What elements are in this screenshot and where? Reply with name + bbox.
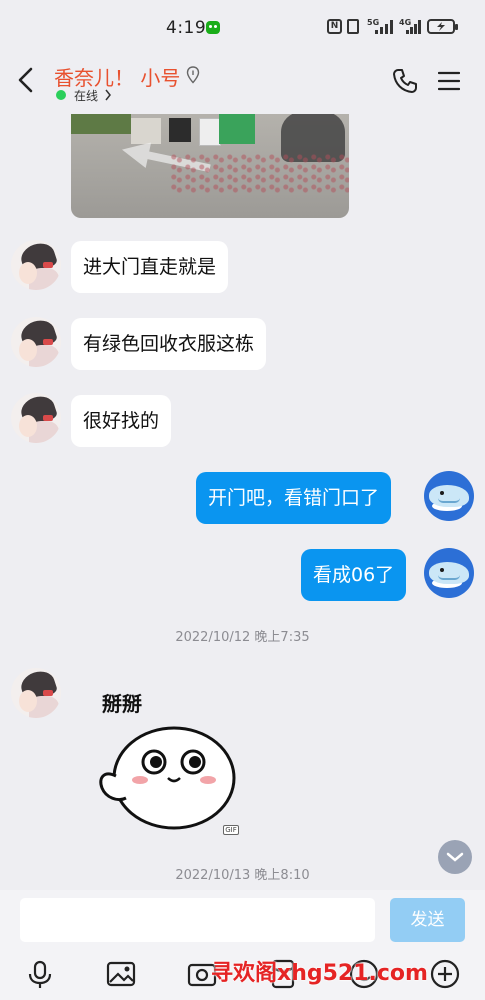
battery-charging-icon <box>427 19 458 34</box>
message-bubble-incoming[interactable]: 很好找的 <box>71 395 172 447</box>
chevron-right-icon[interactable] <box>104 89 112 101</box>
back-icon[interactable] <box>14 66 40 94</box>
chat-message-list[interactable]: 进大门直走就是 有绿色回收衣服这栋 很好找的 开门吧，看错门口了 看成06了 2… <box>0 114 485 890</box>
menu-icon[interactable] <box>438 71 460 91</box>
contact-avatar[interactable] <box>11 317 61 367</box>
green-recycling-bin <box>219 114 255 144</box>
message-bubble-incoming[interactable]: 进大门直走就是 <box>71 241 229 293</box>
signal-bars-icon <box>375 20 395 34</box>
message-input-bar: 发送 <box>0 890 485 950</box>
message-bubble-outgoing[interactable]: 看成06了 <box>301 549 407 601</box>
contact-avatar[interactable] <box>11 240 61 290</box>
message-timestamp: 2022/10/12 晚上7:35 <box>175 630 310 645</box>
location-pin-icon <box>186 66 200 84</box>
phone-call-icon[interactable] <box>392 68 418 94</box>
online-status-dot <box>56 90 66 100</box>
nfc-icon: N <box>327 19 342 34</box>
plus-icon[interactable] <box>429 958 461 990</box>
system-icons: N 5G 4G <box>327 18 461 36</box>
send-button[interactable]: 发送 <box>390 898 465 942</box>
contact-avatar[interactable] <box>11 668 61 718</box>
watermark-text: 寻欢阁xhg521.com <box>211 961 428 986</box>
contact-name[interactable]: 香奈儿！ 小号 <box>54 62 180 91</box>
wechat-notification-icon <box>206 21 220 34</box>
message-bubble-outgoing[interactable]: 开门吧，看错门口了 <box>196 472 392 524</box>
microphone-icon[interactable] <box>24 958 56 990</box>
message-bubble-incoming[interactable]: 有绿色回收衣服这栋 <box>71 318 267 370</box>
vibrate-icon <box>347 19 359 34</box>
status-bar: 4:19 N 5G 4G <box>0 0 485 56</box>
my-avatar[interactable] <box>424 471 474 521</box>
my-avatar[interactable] <box>424 548 474 598</box>
message-timestamp: 2022/10/13 晚上8:10 <box>175 868 310 883</box>
image-icon[interactable] <box>105 958 137 990</box>
waving-character-sticker <box>99 726 236 830</box>
contact-avatar[interactable] <box>11 393 61 443</box>
message-input[interactable] <box>20 898 375 942</box>
online-status-label[interactable]: 在线 <box>74 87 98 104</box>
signal-bars-2-icon <box>406 20 424 34</box>
gif-badge: GIF <box>223 825 239 835</box>
status-time: 4:19 <box>166 18 207 38</box>
sticker-caption: 掰掰 <box>102 692 142 716</box>
sticker-message[interactable]: 掰掰 GIF <box>96 688 246 838</box>
chat-header: 香奈儿！ 小号 在线 <box>0 56 485 114</box>
photo-message[interactable] <box>71 114 349 218</box>
